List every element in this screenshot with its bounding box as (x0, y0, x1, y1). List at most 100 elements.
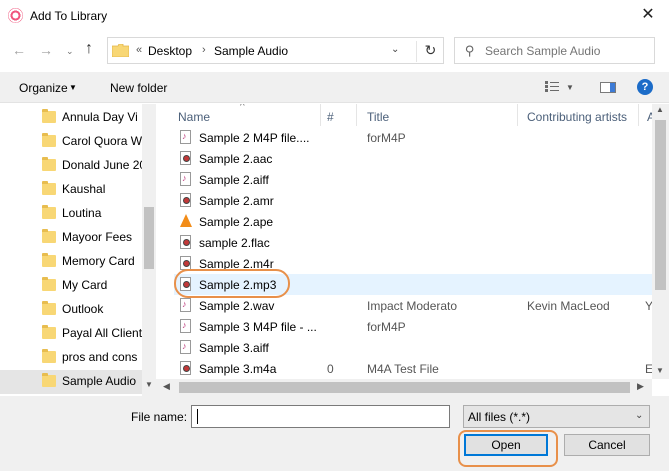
file-row[interactable]: Sample 2.amr (174, 190, 654, 211)
sidebar-item[interactable]: Donald June 20 (0, 154, 142, 178)
text-caret (197, 409, 198, 424)
scroll-left-icon[interactable]: ◀ (163, 381, 170, 392)
preview-pane-icon[interactable] (600, 82, 616, 93)
file-name: Sample 2.ape (199, 215, 274, 229)
media-file-icon (180, 193, 191, 207)
column-divider[interactable] (356, 104, 357, 126)
column-header-contributing-artists[interactable]: Contributing artists (527, 110, 627, 124)
file-name: Sample 2.amr (199, 194, 274, 208)
sidebar-item-label: Mayoor Fees (62, 230, 133, 244)
help-icon[interactable]: ? (637, 79, 653, 95)
file-type-dropdown-icon[interactable]: ⌄ (635, 410, 643, 421)
recent-locations-icon[interactable]: ⌄ (66, 42, 80, 60)
column-header-number[interactable]: # (327, 110, 334, 124)
column-divider[interactable] (320, 104, 321, 126)
sidebar-item-label: Outlook (62, 302, 104, 316)
sidebar-scroll-thumb[interactable] (144, 207, 154, 269)
folder-icon (42, 349, 56, 363)
column-header-name[interactable]: Name (178, 110, 210, 124)
organize-dropdown-icon[interactable]: ▼ (69, 83, 77, 92)
sidebar-item[interactable]: Carol Quora W (0, 130, 142, 154)
cancel-button[interactable]: Cancel (564, 434, 650, 456)
breadcrumb-separator-icon[interactable]: › (202, 44, 206, 56)
file-name: sample 2.flac (199, 236, 270, 250)
audio-note-file-icon (180, 319, 191, 333)
file-list-horizontal-thumb[interactable] (179, 382, 630, 393)
sidebar-item[interactable]: Kaushal (0, 178, 142, 202)
sidebar-item[interactable]: Loutina (0, 202, 142, 226)
new-folder-button[interactable]: New folder (110, 81, 167, 95)
search-input[interactable] (485, 38, 653, 63)
sidebar-item[interactable]: Payal All Client (0, 322, 142, 346)
sidebar-item[interactable]: Outlook (0, 298, 142, 322)
file-type-filter[interactable]: All files (*.*) ⌄ (463, 405, 650, 428)
open-button[interactable]: Open (464, 434, 548, 456)
column-header-title[interactable]: Title (367, 110, 389, 124)
refresh-icon[interactable]: ↻ (416, 41, 444, 62)
file-row[interactable]: Sample 2.ape (174, 211, 654, 232)
sidebar-item[interactable]: My Card (0, 274, 142, 298)
audio-note-file-icon (180, 298, 191, 312)
sidebar-item-label: Sample Audio (62, 374, 137, 388)
file-row[interactable]: sample 2.flac (174, 232, 654, 253)
file-row[interactable]: Sample 3 M4P file - ... forM4P (174, 316, 654, 337)
sidebar-item[interactable]: Mayoor Fees (0, 226, 142, 250)
audio-note-file-icon (180, 130, 191, 144)
file-number: 0 (327, 362, 334, 376)
sidebar-item[interactable]: Memory Card (0, 250, 142, 274)
highlight-ring-mp3 (174, 269, 290, 298)
file-type-filter-value: All files (*.*) (468, 410, 531, 424)
column-divider[interactable] (638, 104, 639, 126)
file-name-combobox[interactable]: ⌄ (191, 405, 636, 428)
window-title: Add To Library (30, 9, 108, 23)
scroll-right-icon[interactable]: ▶ (637, 381, 644, 392)
forward-arrow-icon[interactable]: → (39, 42, 55, 60)
dialog-footer: File name: ⌄ All files (*.*) ⌄ Open Canc… (0, 396, 669, 471)
sidebar-scroll-down-icon[interactable]: ▼ (145, 380, 153, 389)
column-divider[interactable] (517, 104, 518, 126)
search-box[interactable]: ⚲ (454, 37, 655, 64)
back-arrow-icon[interactable]: ← (12, 42, 28, 60)
itunes-app-icon (8, 8, 23, 23)
title-bar: Add To Library ✕ (0, 0, 669, 32)
file-row[interactable]: Sample 2 M4P file.... forM4P (174, 127, 654, 148)
sidebar-item[interactable]: pros and cons (0, 346, 142, 370)
address-bar[interactable]: « Desktop › Sample Audio ⌄ ↻ (107, 37, 444, 64)
up-arrow-icon[interactable]: ↑ (85, 40, 103, 60)
folder-icon (42, 109, 56, 123)
file-row[interactable]: Sample 2.wav Impact Moderato Kevin MacLeod… (174, 295, 654, 316)
file-list-vertical-thumb[interactable] (655, 120, 666, 290)
close-button[interactable]: ✕ (633, 4, 663, 28)
folder-icon (42, 157, 56, 171)
folder-icon (111, 43, 130, 60)
address-dropdown-icon[interactable]: ⌄ (391, 44, 399, 55)
breadcrumb-desktop[interactable]: Desktop (148, 44, 192, 58)
audio-note-file-icon (180, 172, 191, 186)
sidebar-item[interactable]: Annula Day Vi (0, 106, 142, 130)
folder-icon (42, 133, 56, 147)
sidebar-item-label: Payal All Client (62, 326, 142, 340)
file-row[interactable]: Sample 2.aac (174, 148, 654, 169)
organize-button[interactable]: Organize (19, 81, 68, 95)
file-name: Sample 2.wav (199, 299, 275, 313)
file-row[interactable]: Sample 3.aiff (174, 337, 654, 358)
folder-icon (42, 205, 56, 219)
file-title: forM4P (367, 320, 406, 334)
view-options-icon[interactable] (545, 81, 559, 92)
file-row[interactable]: Sample 3.m4a 0 M4A Test File E (174, 358, 654, 379)
file-name: Sample 2.aiff (199, 173, 269, 187)
file-title: M4A Test File (367, 362, 439, 376)
breadcrumb-sample-audio[interactable]: Sample Audio (214, 44, 288, 58)
file-row[interactable]: Sample 2.aiff (174, 169, 654, 190)
sidebar-item[interactable]: Sample Audio (0, 370, 142, 394)
view-dropdown-icon[interactable]: ▼ (566, 83, 574, 92)
file-name: Sample 2 M4P file.... (199, 131, 310, 145)
scroll-up-icon[interactable]: ▲ (656, 105, 664, 114)
folder-icon (42, 229, 56, 243)
folder-icon (42, 253, 56, 267)
sidebar-item-label: pros and cons (62, 350, 138, 364)
file-name-input[interactable] (194, 408, 424, 425)
breadcrumb-overflow-icon[interactable]: « (136, 44, 142, 56)
scroll-down-icon[interactable]: ▼ (656, 366, 664, 375)
folder-icon (42, 181, 56, 195)
